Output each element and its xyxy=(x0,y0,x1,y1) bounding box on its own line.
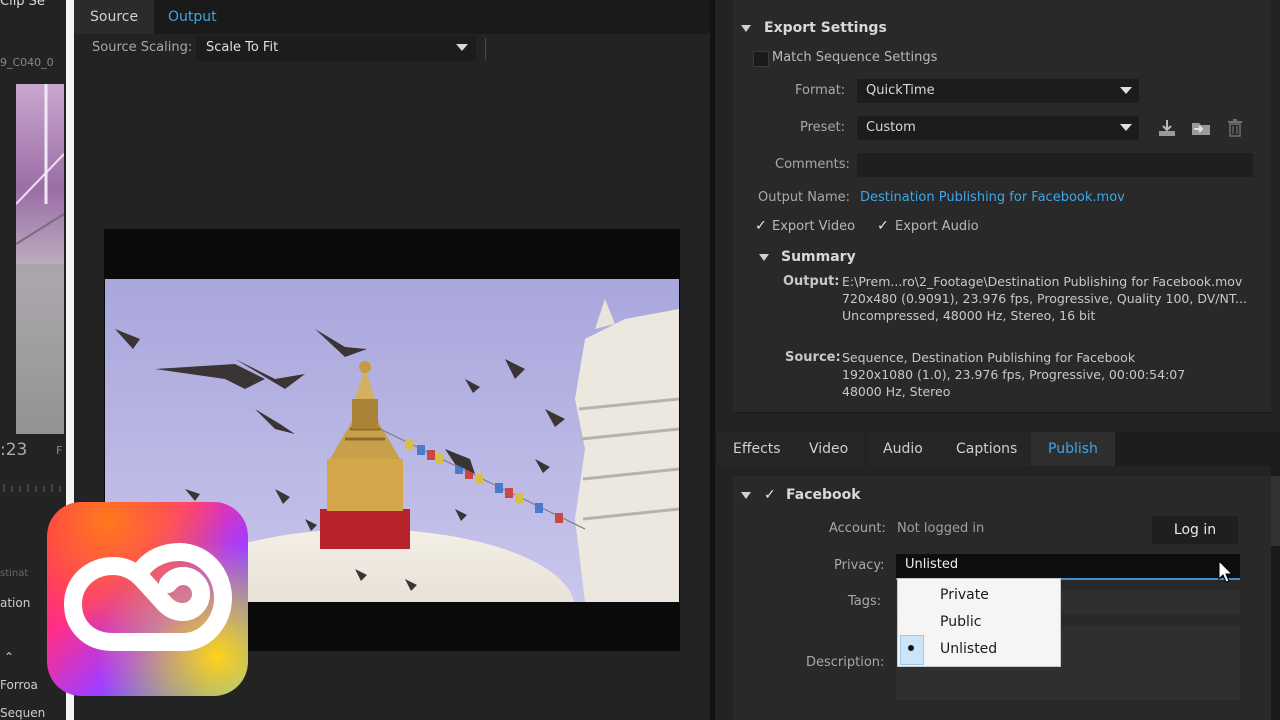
comments-field[interactable] xyxy=(857,153,1253,177)
collapse-triangle-icon[interactable] xyxy=(741,25,751,32)
thumbnail-building-lines xyxy=(16,84,64,434)
tags-label: Tags: xyxy=(848,594,882,609)
summary-output-label: Output: xyxy=(783,274,840,289)
pointer-cursor-icon xyxy=(1218,560,1234,583)
summary-source-line-2: 1920x1080 (1.0), 23.976 fps, Progressive… xyxy=(842,367,1186,382)
tree-item-2[interactable]: Sequen xyxy=(0,706,45,720)
import-preset-icon[interactable] xyxy=(1190,118,1212,138)
log-in-button[interactable]: Log in xyxy=(1152,516,1238,544)
privacy-value: Unlisted xyxy=(905,557,959,572)
export-video-checkbox[interactable]: ✓ xyxy=(755,218,767,234)
tab-captions[interactable]: Captions xyxy=(939,432,1035,466)
preset-label: Preset: xyxy=(800,120,845,135)
tree-item-1[interactable]: Forroa xyxy=(0,678,38,692)
account-label: Account: xyxy=(829,521,886,536)
summary-output-line-3: Uncompressed, 48000 Hz, Stereo, 16 bit xyxy=(842,308,1096,323)
privacy-option-public[interactable]: Public xyxy=(940,614,981,630)
source-scaling-label: Source Scaling: xyxy=(92,40,193,55)
privacy-option-private[interactable]: Private xyxy=(940,587,989,603)
menu-bar-fragment[interactable]: Clip Se xyxy=(0,0,45,9)
summary-output-line-1: E:\Prem...ro\2_Footage\Destination Publi… xyxy=(842,274,1243,289)
export-video-label: Export Video xyxy=(772,219,856,234)
fit-label[interactable]: F xyxy=(56,444,62,457)
format-value: QuickTime xyxy=(866,83,935,98)
privacy-dropdown-menu: Private Public Unlisted xyxy=(897,578,1061,667)
output-name-link[interactable]: Destination Publishing for Facebook.mov xyxy=(860,190,1125,205)
tab-video[interactable]: Video xyxy=(792,432,866,466)
privacy-option-unlisted[interactable]: Unlisted xyxy=(940,641,997,657)
creative-cloud-logo xyxy=(47,502,248,696)
chevron-down-icon[interactable] xyxy=(456,44,468,51)
timeline-ruler[interactable] xyxy=(0,480,64,496)
source-scaling-value: Scale To Fit xyxy=(206,40,279,55)
summary-source-line-1: Sequence, Destination Publishing for Fac… xyxy=(842,350,1136,365)
timecode: :23 xyxy=(0,440,28,460)
radio-dot-icon xyxy=(908,645,914,651)
save-preset-icon[interactable] xyxy=(1157,118,1177,138)
summary-output-line-2: 720x480 (0.9091), 23.976 fps, Progressiv… xyxy=(842,291,1247,306)
destination-combo[interactable]: ation xyxy=(0,596,30,610)
preset-value: Custom xyxy=(866,120,916,135)
collapse-triangle-icon[interactable] xyxy=(741,492,751,499)
tab-publish[interactable]: Publish xyxy=(1031,432,1115,466)
privacy-label: Privacy: xyxy=(834,558,885,573)
toolbar-divider xyxy=(485,38,486,60)
chevron-down-icon[interactable] xyxy=(1120,124,1132,131)
tab-audio[interactable]: Audio xyxy=(866,432,940,466)
format-label: Format: xyxy=(795,83,846,98)
scrollbar-thumb[interactable] xyxy=(1271,476,1280,546)
summary-source-label: Source: xyxy=(785,350,841,365)
clip-name: 9_C040_0 xyxy=(0,56,54,69)
tab-source[interactable]: Source xyxy=(74,0,155,34)
match-sequence-checkbox[interactable] xyxy=(753,51,769,67)
comments-label: Comments: xyxy=(775,157,850,172)
description-label: Description: xyxy=(806,655,885,670)
collapse-triangle-icon[interactable] xyxy=(759,254,769,261)
facebook-checkbox[interactable]: ✓ xyxy=(764,487,776,503)
output-name-label: Output Name: xyxy=(758,190,851,205)
tab-output[interactable]: Output xyxy=(152,0,233,34)
export-audio-checkbox[interactable]: ✓ xyxy=(877,218,889,234)
destination-label: stinat xyxy=(0,568,29,579)
account-value: Not logged in xyxy=(897,521,985,536)
summary-title: Summary xyxy=(781,249,856,265)
chevron-up-icon[interactable]: ⌃ xyxy=(4,650,14,664)
export-audio-label: Export Audio xyxy=(895,219,979,234)
match-sequence-label: Match Sequence Settings xyxy=(772,50,938,65)
delete-preset-icon[interactable] xyxy=(1227,118,1243,138)
chevron-down-icon[interactable] xyxy=(1120,87,1132,94)
export-settings-title: Export Settings xyxy=(764,20,887,36)
facebook-title: Facebook xyxy=(786,487,861,503)
tab-effects[interactable]: Effects xyxy=(716,432,798,466)
summary-source-line-3: 48000 Hz, Stereo xyxy=(842,384,951,399)
